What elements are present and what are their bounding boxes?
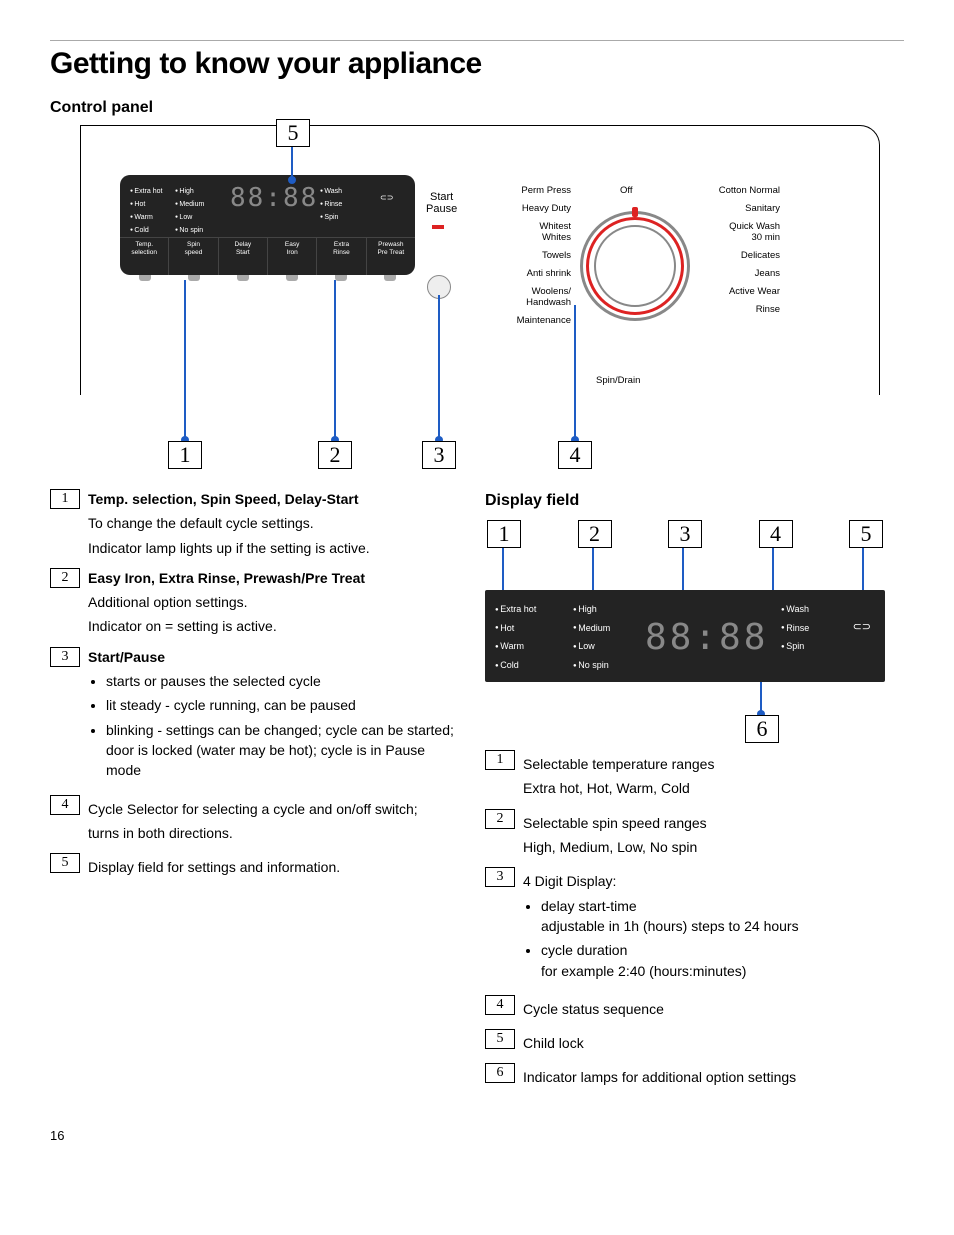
btn-spin: Spin speed	[169, 237, 218, 275]
btn-delay: Delay Start	[219, 237, 268, 275]
legend-line: High, Medium, Low, No spin	[523, 837, 890, 857]
legend-number: 2	[485, 809, 515, 829]
legend-title: Temp. selection, Spin Speed, Delay-Start	[88, 489, 455, 509]
legend-title: Easy Iron, Extra Rinse, Prewash/Pre Trea…	[88, 568, 455, 588]
legend-line: Display field for settings and informati…	[88, 857, 455, 877]
start-pause-label: StartPause	[426, 191, 457, 215]
seven-segment: 88:88	[230, 183, 318, 213]
control-panel-figure: 5 /* dot at bottom of that lead */ .figu…	[80, 125, 880, 475]
legend-line: Indicator lamps for additional option se…	[523, 1067, 890, 1087]
legend-item: 2 Selectable spin speed ranges High, Mediu…	[485, 809, 890, 858]
legend-number: 5	[485, 1029, 515, 1049]
legend-line: Child lock	[523, 1033, 890, 1053]
legend-item: 3 4 Digit Display: delay start-time adjust…	[485, 867, 890, 984]
legend-item: 1 Temp. selection, Spin Speed, Delay-Star…	[50, 489, 455, 558]
legend-bullet: delay start-time adjustable in 1h (hours…	[541, 896, 890, 937]
cycle-selector-dial	[580, 211, 690, 321]
btn-easyiron: Easy Iron	[268, 237, 317, 275]
legend-bullet: blinking - settings can be changed; cycl…	[106, 720, 455, 781]
btn-prewash: Prewash Pre Treat	[367, 237, 415, 275]
legend-number: 1	[50, 489, 80, 509]
lcd-panel: Extra hot Hot Warm Cold High Medium Low …	[120, 175, 415, 275]
legend-line: Cycle Selector for selecting a cycle and…	[88, 799, 455, 819]
legend-control-panel: 1 Temp. selection, Spin Speed, Delay-Star…	[50, 489, 455, 1098]
legend-line: Indicator lamp lights up if the setting …	[88, 538, 455, 558]
lock-icon: ⊂⊃	[853, 620, 871, 636]
prog-spindrain: Spin/Drain	[596, 375, 640, 386]
callout-5: 5	[276, 119, 310, 147]
display-field-figure: 1 2 3 4 5 Extra hotHot WarmCold HighMedi…	[485, 520, 885, 740]
page-title: Getting to know your appliance	[50, 47, 904, 81]
legend-number: 3	[485, 867, 515, 887]
legend-display-field: 1 Selectable temperature ranges Extra hot,…	[485, 750, 890, 1088]
section-control-panel: Control panel	[50, 99, 904, 117]
legend-item: 6 Indicator lamps for additional option s…	[485, 1063, 890, 1087]
legend-line: 4 Digit Display:	[523, 871, 890, 891]
legend-item: 4 Cycle status sequence	[485, 995, 890, 1019]
callout-1: 1	[168, 441, 202, 469]
legend-item: 2 Easy Iron, Extra Rinse, Prewash/Pre Tre…	[50, 568, 455, 637]
prog-off: Off	[620, 185, 633, 196]
legend-number: 2	[50, 568, 80, 588]
legend-item: 4 Cycle Selector for selecting a cycle an…	[50, 795, 455, 844]
section-display-field: Display field	[485, 489, 890, 512]
legend-line: Extra hot, Hot, Warm, Cold	[523, 778, 890, 798]
legend-item: 1 Selectable temperature ranges Extra hot,…	[485, 750, 890, 799]
legend-number: 1	[485, 750, 515, 770]
legend-item: 5 Display field for settings and informat…	[50, 853, 455, 877]
legend-item: 5 Child lock	[485, 1029, 890, 1053]
legend-line: Indicator on = setting is active.	[88, 616, 455, 636]
legend-item: 3 Start/Pause starts or pauses the selecte…	[50, 647, 455, 785]
legend-line: Additional option settings.	[88, 592, 455, 612]
programs-left: Perm Press Heavy Duty Whitest Whites Tow…	[476, 185, 571, 333]
legend-number: 6	[485, 1063, 515, 1083]
programs-right: Cotton Normal Sanitary Quick Wash 30 min…	[698, 185, 780, 322]
legend-bullet: cycle duration for example 2:40 (hours:m…	[541, 940, 890, 981]
callout-2: 2	[318, 441, 352, 469]
lock-icon: ⊂⊃	[380, 193, 393, 202]
btn-temp: Temp. selection	[120, 237, 169, 275]
legend-number: 4	[485, 995, 515, 1015]
legend-bullet: starts or pauses the selected cycle	[106, 671, 455, 691]
legend-line: Cycle status sequence	[523, 999, 890, 1019]
legend-line: To change the default cycle settings.	[88, 513, 455, 533]
start-pause-led	[432, 225, 444, 229]
callout-3: 3	[422, 441, 456, 469]
btn-extrarinse: Extra Rinse	[317, 237, 366, 275]
page-number: 16	[50, 1128, 904, 1143]
legend-line: turns in both directions.	[88, 823, 455, 843]
callout-4: 4	[558, 441, 592, 469]
legend-bullet: lit steady - cycle running, can be pause…	[106, 695, 455, 715]
legend-title: Start/Pause	[88, 647, 455, 667]
legend-line: Selectable temperature ranges	[523, 754, 890, 774]
legend-line: Selectable spin speed ranges	[523, 813, 890, 833]
legend-number: 3	[50, 647, 80, 667]
legend-number: 5	[50, 853, 80, 873]
legend-number: 4	[50, 795, 80, 815]
